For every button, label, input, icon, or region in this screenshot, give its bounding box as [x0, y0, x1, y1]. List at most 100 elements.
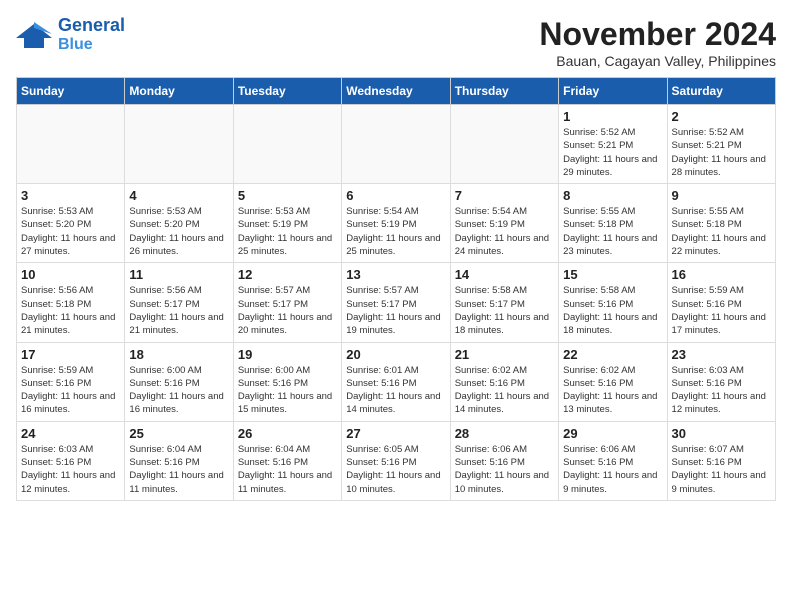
- cell-info: Sunrise: 6:04 AMSunset: 5:16 PMDaylight:…: [238, 443, 337, 496]
- cell-info: Sunrise: 5:58 AMSunset: 5:16 PMDaylight:…: [563, 284, 662, 337]
- day-number: 14: [455, 267, 554, 282]
- day-number: 24: [21, 426, 120, 441]
- cell-info: Sunrise: 5:53 AMSunset: 5:20 PMDaylight:…: [129, 205, 228, 258]
- calendar-cell: [125, 105, 233, 184]
- day-number: 20: [346, 347, 445, 362]
- cell-info: Sunrise: 5:55 AMSunset: 5:18 PMDaylight:…: [563, 205, 662, 258]
- day-number: 22: [563, 347, 662, 362]
- cell-info: Sunrise: 6:02 AMSunset: 5:16 PMDaylight:…: [563, 364, 662, 417]
- weekday-header-friday: Friday: [559, 78, 667, 105]
- day-number: 12: [238, 267, 337, 282]
- weekday-header-sunday: Sunday: [17, 78, 125, 105]
- cell-info: Sunrise: 6:04 AMSunset: 5:16 PMDaylight:…: [129, 443, 228, 496]
- cell-info: Sunrise: 5:59 AMSunset: 5:16 PMDaylight:…: [672, 284, 771, 337]
- logo: General Blue: [16, 16, 125, 53]
- calendar-table: SundayMondayTuesdayWednesdayThursdayFrid…: [16, 77, 776, 501]
- cell-info: Sunrise: 6:07 AMSunset: 5:16 PMDaylight:…: [672, 443, 771, 496]
- calendar-cell: 27 Sunrise: 6:05 AMSunset: 5:16 PMDayligh…: [342, 421, 450, 500]
- cell-info: Sunrise: 6:05 AMSunset: 5:16 PMDaylight:…: [346, 443, 445, 496]
- header: General Blue November 2024 Bauan, Cagaya…: [16, 16, 776, 69]
- cell-info: Sunrise: 5:55 AMSunset: 5:18 PMDaylight:…: [672, 205, 771, 258]
- calendar-cell: 15 Sunrise: 5:58 AMSunset: 5:16 PMDayligh…: [559, 263, 667, 342]
- calendar-cell: 13Sunrise: 5:57 AMSunset: 5:17 PMDayligh…: [342, 263, 450, 342]
- cell-info: Sunrise: 5:52 AMSunset: 5:21 PMDaylight:…: [563, 126, 662, 179]
- cell-info: Sunrise: 5:56 AMSunset: 5:18 PMDaylight:…: [21, 284, 120, 337]
- day-number: 26: [238, 426, 337, 441]
- day-number: 3: [21, 188, 120, 203]
- month-title: November 2024: [539, 16, 776, 53]
- location-subtitle: Bauan, Cagayan Valley, Philippines: [539, 53, 776, 69]
- calendar-cell: 11 Sunrise: 5:56 AMSunset: 5:17 PMDayligh…: [125, 263, 233, 342]
- calendar-cell: 30Sunrise: 6:07 AMSunset: 5:16 PMDayligh…: [667, 421, 775, 500]
- day-number: 29: [563, 426, 662, 441]
- calendar-cell: 5 Sunrise: 5:53 AMSunset: 5:19 PMDaylight…: [233, 184, 341, 263]
- day-number: 21: [455, 347, 554, 362]
- day-number: 7: [455, 188, 554, 203]
- day-number: 15: [563, 267, 662, 282]
- calendar-cell: [450, 105, 558, 184]
- cell-info: Sunrise: 6:03 AMSunset: 5:16 PMDaylight:…: [672, 364, 771, 417]
- cell-info: Sunrise: 6:01 AMSunset: 5:16 PMDaylight:…: [346, 364, 445, 417]
- day-number: 8: [563, 188, 662, 203]
- calendar-cell: 23Sunrise: 6:03 AMSunset: 5:16 PMDayligh…: [667, 342, 775, 421]
- calendar-cell: 19 Sunrise: 6:00 AMSunset: 5:16 PMDayligh…: [233, 342, 341, 421]
- weekday-header-wednesday: Wednesday: [342, 78, 450, 105]
- day-number: 6: [346, 188, 445, 203]
- calendar-cell: 9 Sunrise: 5:55 AMSunset: 5:18 PMDaylight…: [667, 184, 775, 263]
- calendar-cell: 12 Sunrise: 5:57 AMSunset: 5:17 PMDayligh…: [233, 263, 341, 342]
- calendar-cell: 1 Sunrise: 5:52 AMSunset: 5:21 PMDaylight…: [559, 105, 667, 184]
- calendar-cell: 17 Sunrise: 5:59 AMSunset: 5:16 PMDayligh…: [17, 342, 125, 421]
- calendar-cell: 2 Sunrise: 5:52 AMSunset: 5:21 PMDaylight…: [667, 105, 775, 184]
- day-number: 1: [563, 109, 662, 124]
- cell-info: Sunrise: 6:03 AMSunset: 5:16 PMDaylight:…: [21, 443, 120, 496]
- day-number: 11: [129, 267, 228, 282]
- cell-info: Sunrise: 5:57 AMSunset: 5:17 PMDaylight:…: [238, 284, 337, 337]
- cell-info: Sunrise: 6:06 AMSunset: 5:16 PMDaylight:…: [563, 443, 662, 496]
- day-number: 13: [346, 267, 445, 282]
- calendar-cell: 4 Sunrise: 5:53 AMSunset: 5:20 PMDaylight…: [125, 184, 233, 263]
- calendar-cell: 8 Sunrise: 5:55 AMSunset: 5:18 PMDaylight…: [559, 184, 667, 263]
- calendar-week-3: 17 Sunrise: 5:59 AMSunset: 5:16 PMDayligh…: [17, 342, 776, 421]
- day-number: 27: [346, 426, 445, 441]
- logo-text: General Blue: [58, 16, 125, 53]
- calendar-cell: 22 Sunrise: 6:02 AMSunset: 5:16 PMDayligh…: [559, 342, 667, 421]
- calendar-week-0: 1 Sunrise: 5:52 AMSunset: 5:21 PMDaylight…: [17, 105, 776, 184]
- calendar-week-2: 10 Sunrise: 5:56 AMSunset: 5:18 PMDayligh…: [17, 263, 776, 342]
- calendar-cell: 6 Sunrise: 5:54 AMSunset: 5:19 PMDaylight…: [342, 184, 450, 263]
- cell-info: Sunrise: 5:52 AMSunset: 5:21 PMDaylight:…: [672, 126, 771, 179]
- cell-info: Sunrise: 6:00 AMSunset: 5:16 PMDaylight:…: [129, 364, 228, 417]
- calendar-cell: 21 Sunrise: 6:02 AMSunset: 5:16 PMDayligh…: [450, 342, 558, 421]
- day-number: 5: [238, 188, 337, 203]
- calendar-cell: 7 Sunrise: 5:54 AMSunset: 5:19 PMDaylight…: [450, 184, 558, 263]
- calendar-cell: 18 Sunrise: 6:00 AMSunset: 5:16 PMDayligh…: [125, 342, 233, 421]
- calendar-cell: 14 Sunrise: 5:58 AMSunset: 5:17 PMDayligh…: [450, 263, 558, 342]
- day-number: 9: [672, 188, 771, 203]
- weekday-header-thursday: Thursday: [450, 78, 558, 105]
- calendar-cell: 3Sunrise: 5:53 AMSunset: 5:20 PMDaylight…: [17, 184, 125, 263]
- day-number: 10: [21, 267, 120, 282]
- day-number: 4: [129, 188, 228, 203]
- day-number: 2: [672, 109, 771, 124]
- cell-info: Sunrise: 5:54 AMSunset: 5:19 PMDaylight:…: [346, 205, 445, 258]
- cell-info: Sunrise: 5:56 AMSunset: 5:17 PMDaylight:…: [129, 284, 228, 337]
- day-number: 19: [238, 347, 337, 362]
- cell-info: Sunrise: 5:59 AMSunset: 5:16 PMDaylight:…: [21, 364, 120, 417]
- calendar-cell: 26 Sunrise: 6:04 AMSunset: 5:16 PMDayligh…: [233, 421, 341, 500]
- calendar-cell: 28Sunrise: 6:06 AMSunset: 5:16 PMDayligh…: [450, 421, 558, 500]
- weekday-header-saturday: Saturday: [667, 78, 775, 105]
- title-block: November 2024 Bauan, Cagayan Valley, Phi…: [539, 16, 776, 69]
- cell-info: Sunrise: 5:54 AMSunset: 5:19 PMDaylight:…: [455, 205, 554, 258]
- cell-info: Sunrise: 5:53 AMSunset: 5:19 PMDaylight:…: [238, 205, 337, 258]
- calendar-week-4: 24 Sunrise: 6:03 AMSunset: 5:16 PMDayligh…: [17, 421, 776, 500]
- weekday-header-monday: Monday: [125, 78, 233, 105]
- calendar-cell: 24 Sunrise: 6:03 AMSunset: 5:16 PMDayligh…: [17, 421, 125, 500]
- cell-info: Sunrise: 6:00 AMSunset: 5:16 PMDaylight:…: [238, 364, 337, 417]
- calendar-cell: 29 Sunrise: 6:06 AMSunset: 5:16 PMDayligh…: [559, 421, 667, 500]
- day-number: 18: [129, 347, 228, 362]
- cell-info: Sunrise: 6:02 AMSunset: 5:16 PMDaylight:…: [455, 364, 554, 417]
- day-number: 25: [129, 426, 228, 441]
- cell-info: Sunrise: 5:58 AMSunset: 5:17 PMDaylight:…: [455, 284, 554, 337]
- logo-icon: [16, 20, 52, 50]
- day-number: 17: [21, 347, 120, 362]
- calendar-cell: [17, 105, 125, 184]
